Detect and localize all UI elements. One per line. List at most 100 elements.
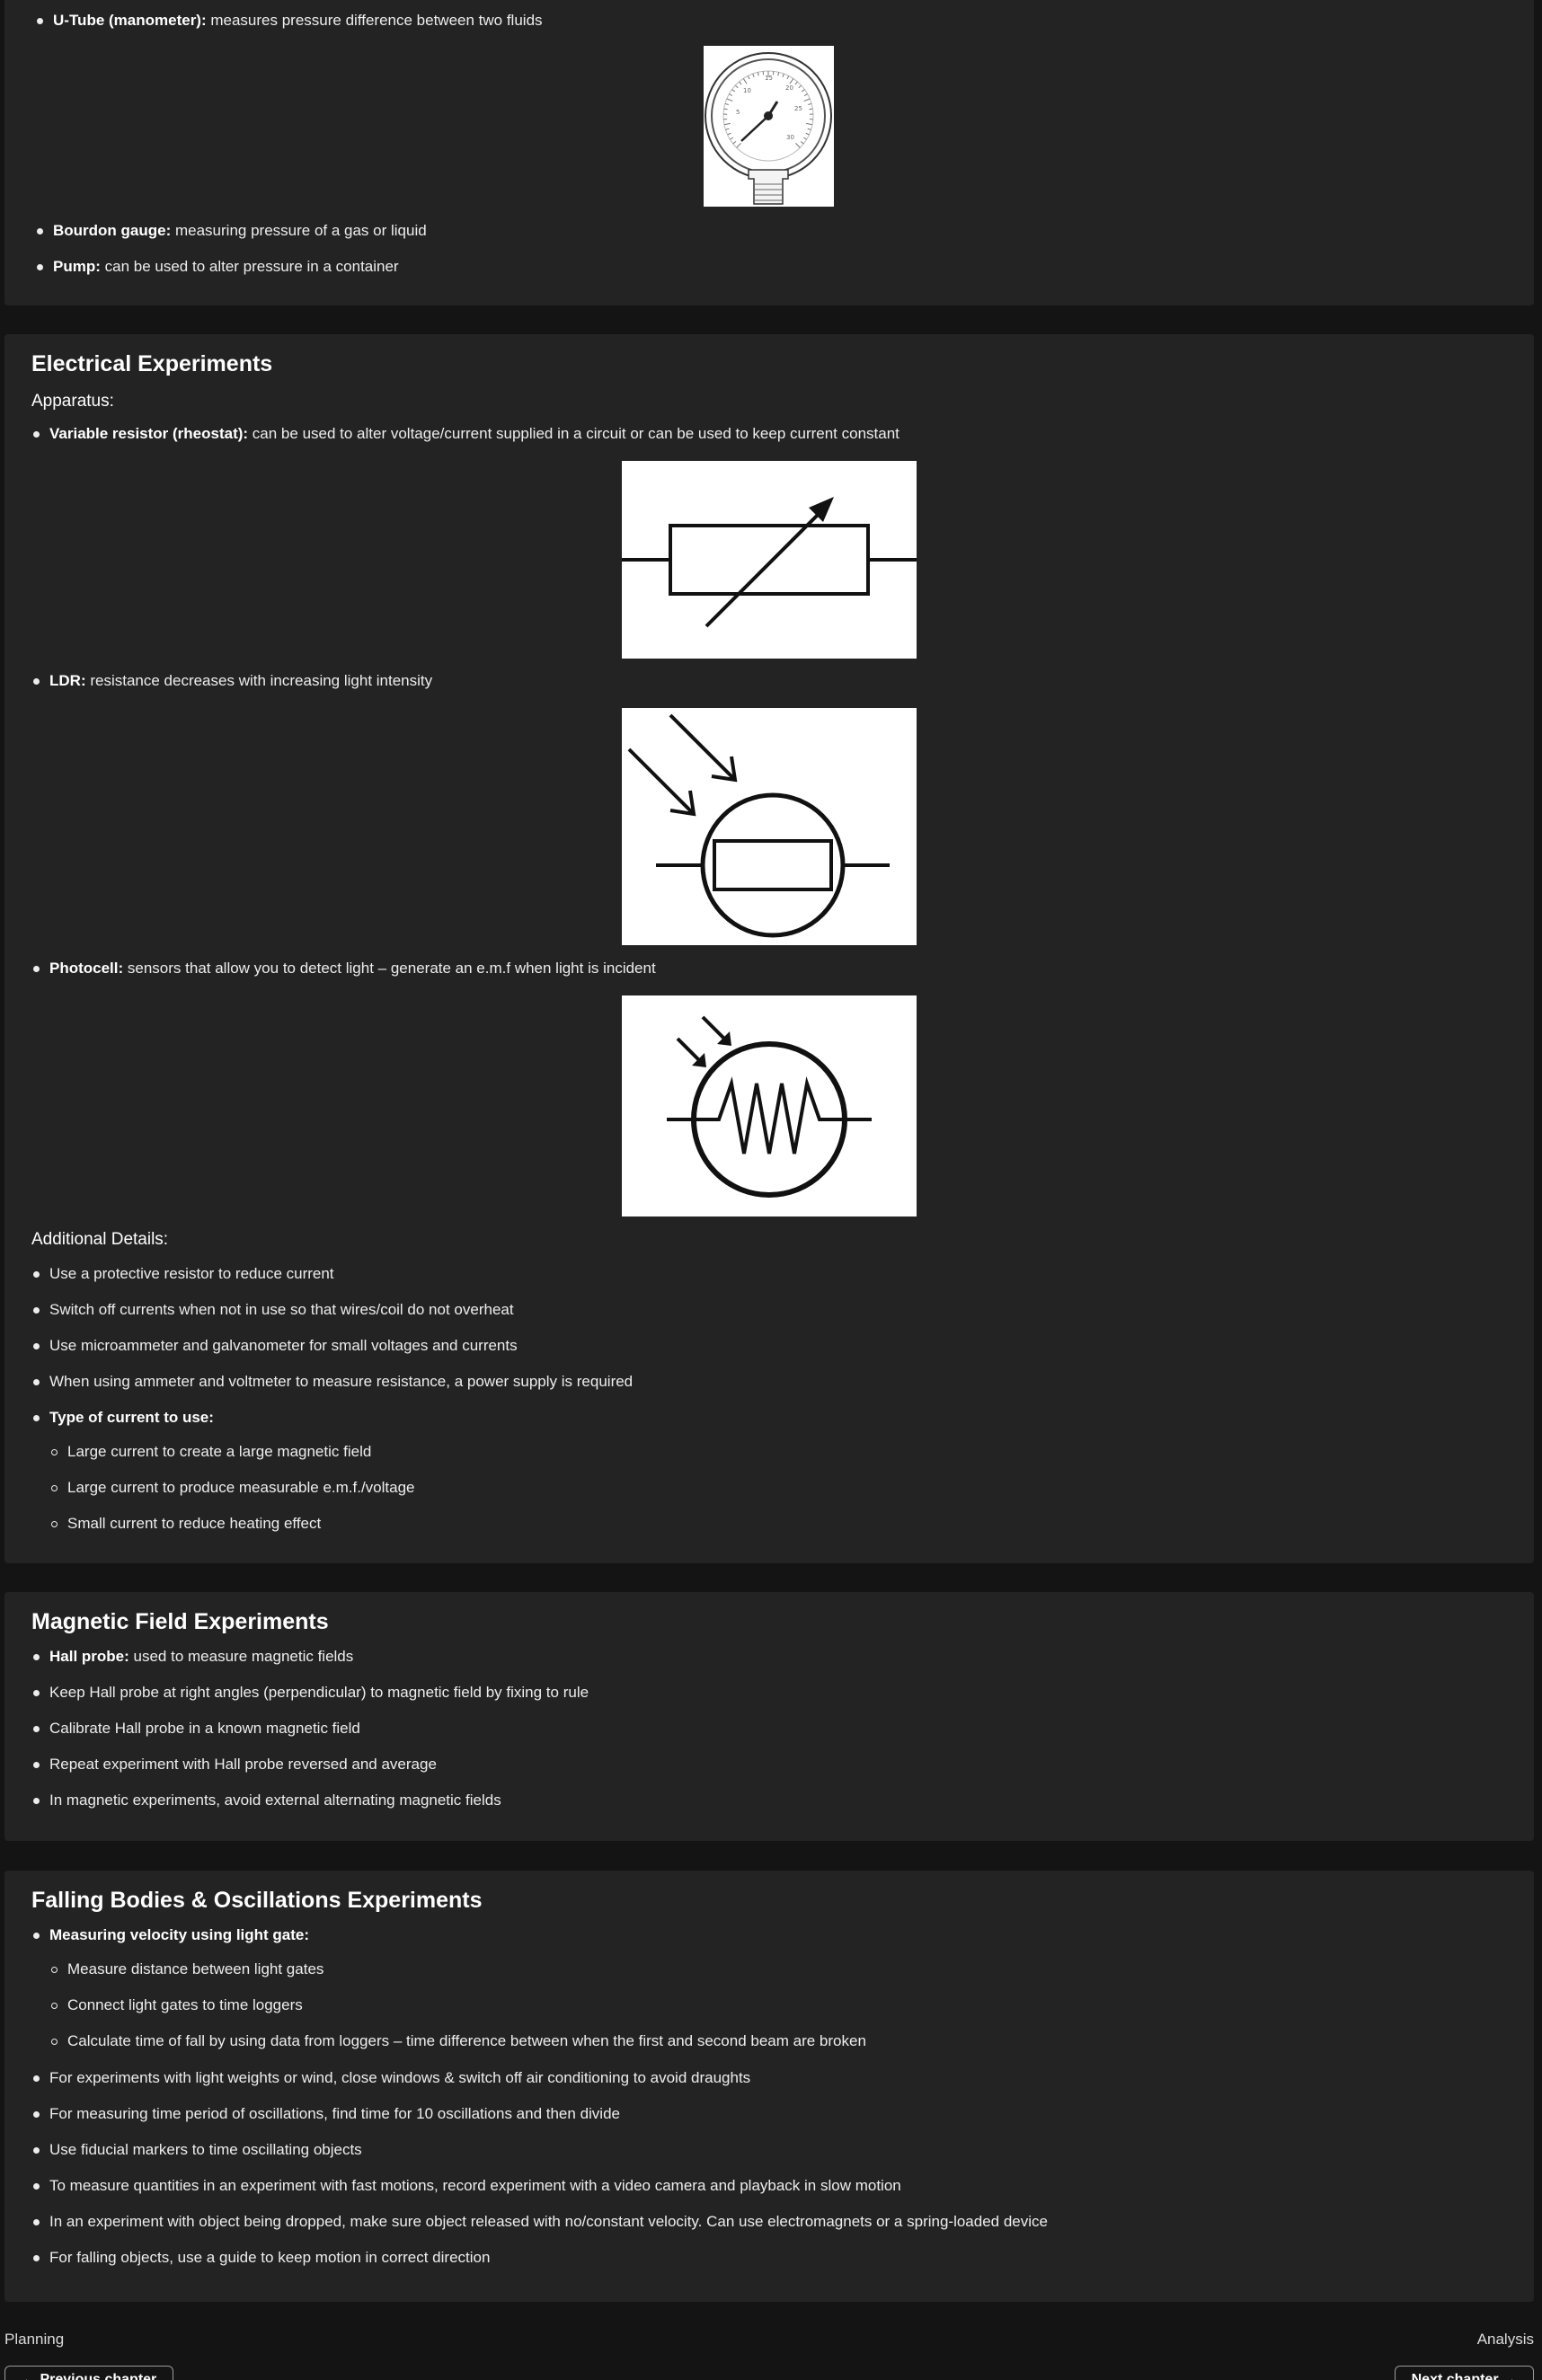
pressure-gauge-icon: 10 15 20 25 5 30 (705, 52, 832, 205)
item-text: measuring pressure of a gas or liquid (171, 222, 427, 239)
gauge-tick (739, 81, 742, 85)
gauge-tick (732, 141, 737, 145)
gauge-tick (777, 72, 780, 76)
item-text: Use a protective resistor to reduce curr… (49, 1265, 334, 1282)
item-text: Large current to create a large magnetic… (67, 1443, 372, 1460)
gauge-tick (726, 98, 733, 102)
electrical-card: Electrical Experiments Apparatus: Variab… (4, 334, 1534, 1563)
gauge-tick (725, 128, 730, 130)
item-term: Hall probe: (49, 1648, 129, 1665)
item-text: When using ammeter and voltmeter to meas… (49, 1373, 634, 1390)
item-text: Use microammeter and galvanometer for sm… (49, 1337, 518, 1354)
gauge-tick (734, 84, 739, 89)
gauge-tick (809, 108, 813, 111)
list-item: Photocell: sensors that allow you to det… (31, 959, 656, 978)
list-item: U-Tube (manometer): measures pressure di… (35, 11, 543, 31)
item-text: can be used to alter voltage/current sup… (248, 425, 900, 442)
gauge-tick (730, 137, 734, 140)
bourdon-gauge-image: 10 15 20 25 5 30 (704, 46, 834, 207)
gauge-tick (794, 81, 798, 85)
gauge-tick (807, 128, 811, 130)
item-text: For falling objects, use a guide to keep… (49, 2249, 491, 2266)
gauge-tick (736, 143, 741, 148)
item-text: For measuring time period of oscillation… (49, 2105, 620, 2122)
item-term: Pump: (53, 258, 101, 275)
item-text: For experiments with light weights or wi… (49, 2069, 751, 2086)
sub-list-item: Small current to reduce heating effect (31, 1514, 321, 1534)
additional-details-heading: Additional Details: (31, 1230, 169, 1249)
gauge-tick (752, 73, 755, 78)
list-item: Keep Hall probe at right angles (perpend… (31, 1683, 589, 1703)
item-term: Measuring velocity using light gate: (49, 1926, 310, 1943)
sub-list-item: Calculate time of fall by using data fro… (31, 2031, 866, 2051)
gauge-tick (723, 108, 728, 111)
gauge-number: 20 (785, 84, 793, 92)
item-text: Calculate time of fall by using data fro… (67, 2032, 866, 2049)
sub-list-item: Large current to produce measurable e.m.… (31, 1478, 415, 1498)
gauge-tick (805, 132, 810, 136)
item-term: Type of current to use: (49, 1409, 214, 1426)
sub-list-item: Large current to create a large magnetic… (31, 1442, 371, 1462)
list-item: Use a protective resistor to reduce curr… (31, 1264, 334, 1284)
section-title: Electrical Experiments (31, 351, 273, 376)
gauge-number: 30 (786, 134, 794, 141)
item-term: Variable resistor (rheostat): (49, 425, 249, 442)
gauge-number: 25 (794, 105, 802, 112)
section-title: Falling Bodies & Oscillations Experiment… (31, 1888, 483, 1913)
next-chapter-button[interactable]: Next chapter → (1394, 2366, 1534, 2380)
prev-chapter-link[interactable]: Planning (4, 2331, 64, 2349)
list-item: In magnetic experiments, avoid external … (31, 1791, 501, 1810)
item-text: Small current to reduce heating effect (67, 1515, 322, 1532)
item-text: measures pressure difference between two… (206, 12, 543, 29)
item-term: LDR: (49, 672, 86, 689)
list-item: LDR: resistance decreases with increasin… (31, 671, 432, 691)
list-item: Variable resistor (rheostat): can be use… (31, 424, 900, 444)
gauge-tick (803, 93, 808, 96)
gauge-tick (782, 73, 784, 78)
next-chapter-link[interactable]: Analysis (1477, 2331, 1534, 2349)
item-term: Bourdon gauge: (53, 222, 172, 239)
list-item: Hall probe: used to measure magnetic fie… (31, 1647, 353, 1667)
gauge-tick (742, 78, 748, 84)
ldr-symbol-image (622, 708, 917, 945)
list-item: Bourdon gauge: measuring pressure of a g… (35, 221, 427, 241)
gauge-tick (727, 132, 731, 136)
list-item: When using ammeter and voltmeter to meas… (31, 1372, 633, 1392)
gauge-number: 10 (743, 87, 751, 94)
list-item: Use fiducial markers to time oscillating… (31, 2140, 362, 2160)
item-text: In magnetic experiments, avoid external … (49, 1792, 501, 1809)
item-text: resistance decreases with increasing lig… (85, 672, 433, 689)
photocell-icon (667, 1015, 872, 1198)
page: U-Tube (manometer): measures pressure di… (0, 0, 1542, 2380)
gauge-tick (729, 93, 733, 96)
previous-chapter-button[interactable]: ← Previous chapter (4, 2366, 174, 2380)
gauge-tick (800, 141, 804, 145)
item-text: Use fiducial markers to time oscillating… (49, 2141, 362, 2158)
item-text: can be used to alter pressure in a conta… (100, 258, 399, 275)
ldr-icon (627, 713, 890, 938)
item-text: Connect light gates to time loggers (67, 1996, 303, 2013)
gauge-tick (723, 122, 731, 126)
sub-list-item: Connect light gates to time loggers (31, 1995, 303, 2015)
item-term: Photocell: (49, 960, 124, 977)
list-item: For falling objects, use a guide to keep… (31, 2248, 490, 2268)
gauge-tick (806, 122, 813, 126)
gauge-tick (731, 89, 736, 93)
item-text: Keep Hall probe at right angles (perpend… (49, 1684, 589, 1701)
item-text: Switch off currents when not in use so t… (49, 1301, 514, 1318)
magnetic-card: Magnetic Field Experiments Hall probe: u… (4, 1592, 1534, 1841)
gauge-tick (747, 75, 750, 80)
list-item: To measure quantities in an experiment w… (31, 2176, 901, 2196)
gauge-tick (801, 89, 805, 93)
sub-list-item: Measure distance between light gates (31, 1960, 323, 1979)
item-text: Repeat experiment with Hall probe revers… (49, 1756, 437, 1773)
rheostat-symbol-image (622, 461, 917, 659)
gauge-tick (789, 78, 794, 84)
item-text: To measure quantities in an experiment w… (49, 2177, 901, 2194)
gauge-tick (808, 102, 812, 105)
pressure-card: U-Tube (manometer): measures pressure di… (4, 0, 1534, 305)
item-term: U-Tube (manometer): (53, 12, 207, 29)
list-item: For measuring time period of oscillation… (31, 2104, 620, 2124)
item-text: In an experiment with object being dropp… (49, 2213, 1048, 2230)
gauge-tick (803, 98, 811, 102)
